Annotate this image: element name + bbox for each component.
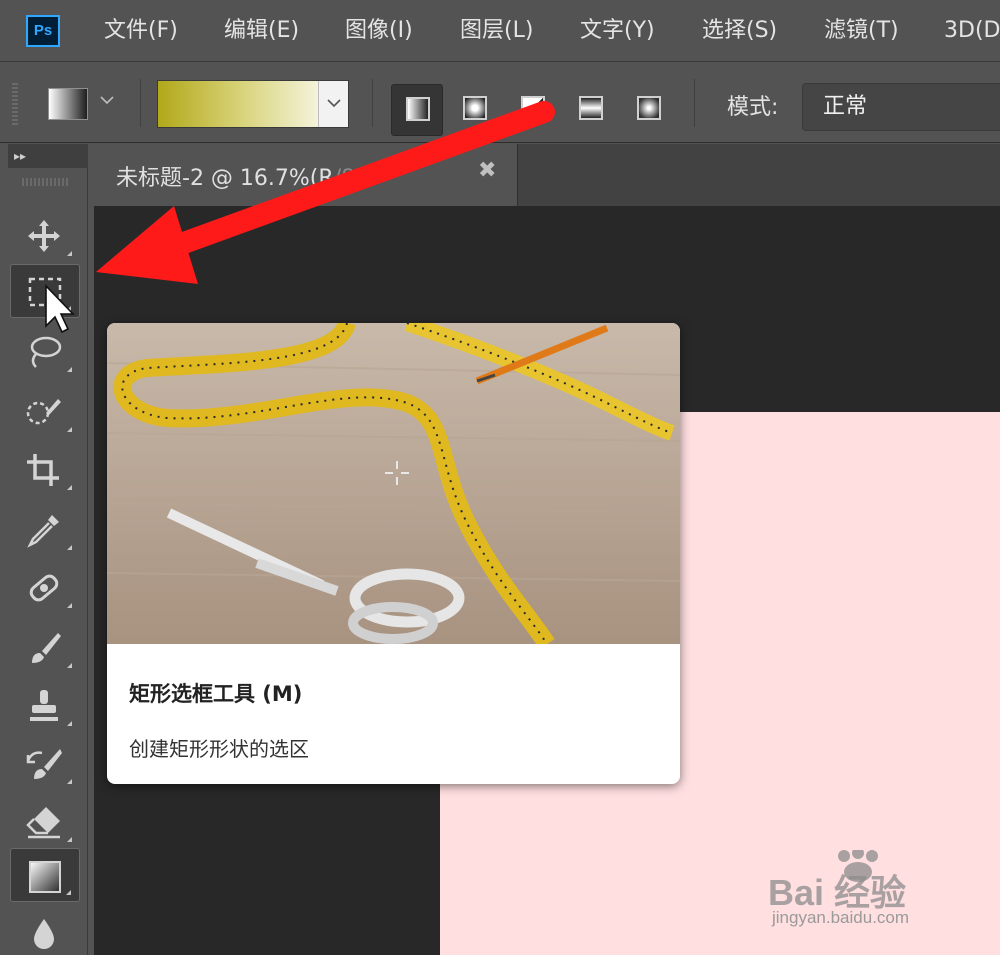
mode-select[interactable]: 正常 — [802, 83, 1000, 131]
modified-marker: * — [370, 164, 378, 181]
menu-layer[interactable]: 图层(L) — [460, 14, 533, 48]
tooltip-illustration-image — [107, 323, 680, 644]
document-tab-row: 未标题-2 @ 16.7%(R/8) * ✖ — [94, 144, 1000, 206]
eyedropper-tool[interactable] — [10, 502, 80, 556]
menu-file[interactable]: 文件(F) — [104, 14, 178, 48]
clone-stamp-tool[interactable] — [10, 678, 80, 732]
gradient-tool[interactable] — [10, 848, 80, 902]
bandage-icon — [29, 574, 59, 602]
brush-tool[interactable] — [10, 620, 80, 674]
eyedropper-icon — [27, 515, 59, 548]
gradient-dropdown-button[interactable] — [318, 81, 348, 127]
diamond-gradient-button[interactable] — [623, 84, 675, 136]
eraser-icon — [26, 807, 60, 839]
document-tab[interactable]: 未标题-2 @ 16.7%(R/8) * ✖ — [94, 144, 518, 206]
gradient-icon — [29, 861, 61, 893]
reflected-gradient-icon — [579, 96, 603, 120]
brush-icon — [32, 633, 61, 663]
quick-selection-tool[interactable] — [10, 384, 80, 438]
chevron-down-icon[interactable] — [100, 91, 114, 109]
tool-tooltip: 矩形选框工具 (M) 创建矩形形状的选区 — [107, 323, 680, 784]
crop-icon — [27, 454, 59, 486]
menu-3d[interactable]: 3D(D — [944, 14, 1000, 48]
chevron-down-icon — [326, 99, 341, 108]
lasso-tool[interactable] — [10, 324, 80, 378]
rectangular-marquee-icon — [28, 277, 62, 307]
angle-gradient-icon — [521, 96, 545, 120]
stamp-icon — [30, 690, 58, 721]
move-tool[interactable] — [10, 208, 80, 262]
linear-gradient-icon — [406, 97, 430, 121]
move-icon — [28, 220, 60, 252]
menu-select[interactable]: 选择(S) — [702, 14, 777, 48]
angle-gradient-button[interactable] — [507, 84, 559, 136]
blur-drop-icon — [34, 919, 54, 949]
diamond-gradient-icon — [637, 96, 661, 120]
close-icon[interactable]: ✖ — [478, 158, 496, 183]
menu-image[interactable]: 图像(I) — [345, 14, 413, 48]
radial-gradient-icon — [463, 96, 487, 120]
menu-edit[interactable]: 编辑(E) — [224, 14, 299, 48]
radial-gradient-button[interactable] — [449, 84, 501, 136]
blur-tool[interactable] — [10, 906, 80, 955]
menu-bar: Ps 文件(F) 编辑(E) 图像(I) 图层(L) 文字(Y) 选择(S) 滤… — [0, 0, 1000, 62]
reflected-gradient-button[interactable] — [565, 84, 617, 136]
collapse-panel-button[interactable]: ▸▸ — [8, 144, 88, 168]
document-tab-title-obscured: /8) — [333, 166, 364, 191]
rectangular-marquee-tool[interactable] — [10, 264, 80, 318]
mode-label: 模式: — [727, 95, 779, 120]
options-divider — [372, 79, 373, 127]
tool-preset-picker[interactable] — [48, 88, 88, 120]
tooltip-title: 矩形选框工具 (M) — [129, 682, 303, 706]
tools-panel: ▸▸ — [0, 144, 88, 955]
document-tab-title: 未标题-2 @ 16.7%(R/8) * — [116, 164, 378, 191]
crop-tool[interactable] — [10, 442, 80, 496]
toolbar-grip[interactable] — [22, 178, 68, 186]
options-bar: 模式: 正常 — [0, 63, 1000, 143]
menu-type[interactable]: 文字(Y) — [580, 14, 655, 48]
menu-filter[interactable]: 滤镜(T) — [824, 14, 899, 48]
quick-selection-icon — [26, 399, 61, 425]
watermark-url: jingyan.baidu.com — [772, 908, 910, 927]
linear-gradient-button[interactable] — [391, 84, 443, 136]
healing-brush-tool[interactable] — [10, 560, 80, 614]
options-divider — [694, 79, 695, 127]
options-divider — [140, 79, 141, 127]
options-bar-grip[interactable] — [12, 83, 18, 127]
photoshop-logo: Ps — [26, 15, 60, 47]
history-brush-icon — [26, 749, 62, 779]
eraser-tool[interactable] — [10, 794, 80, 848]
tooltip-description: 创建矩形形状的选区 — [129, 737, 309, 761]
lasso-icon — [30, 336, 62, 368]
history-brush-tool[interactable] — [10, 736, 80, 790]
